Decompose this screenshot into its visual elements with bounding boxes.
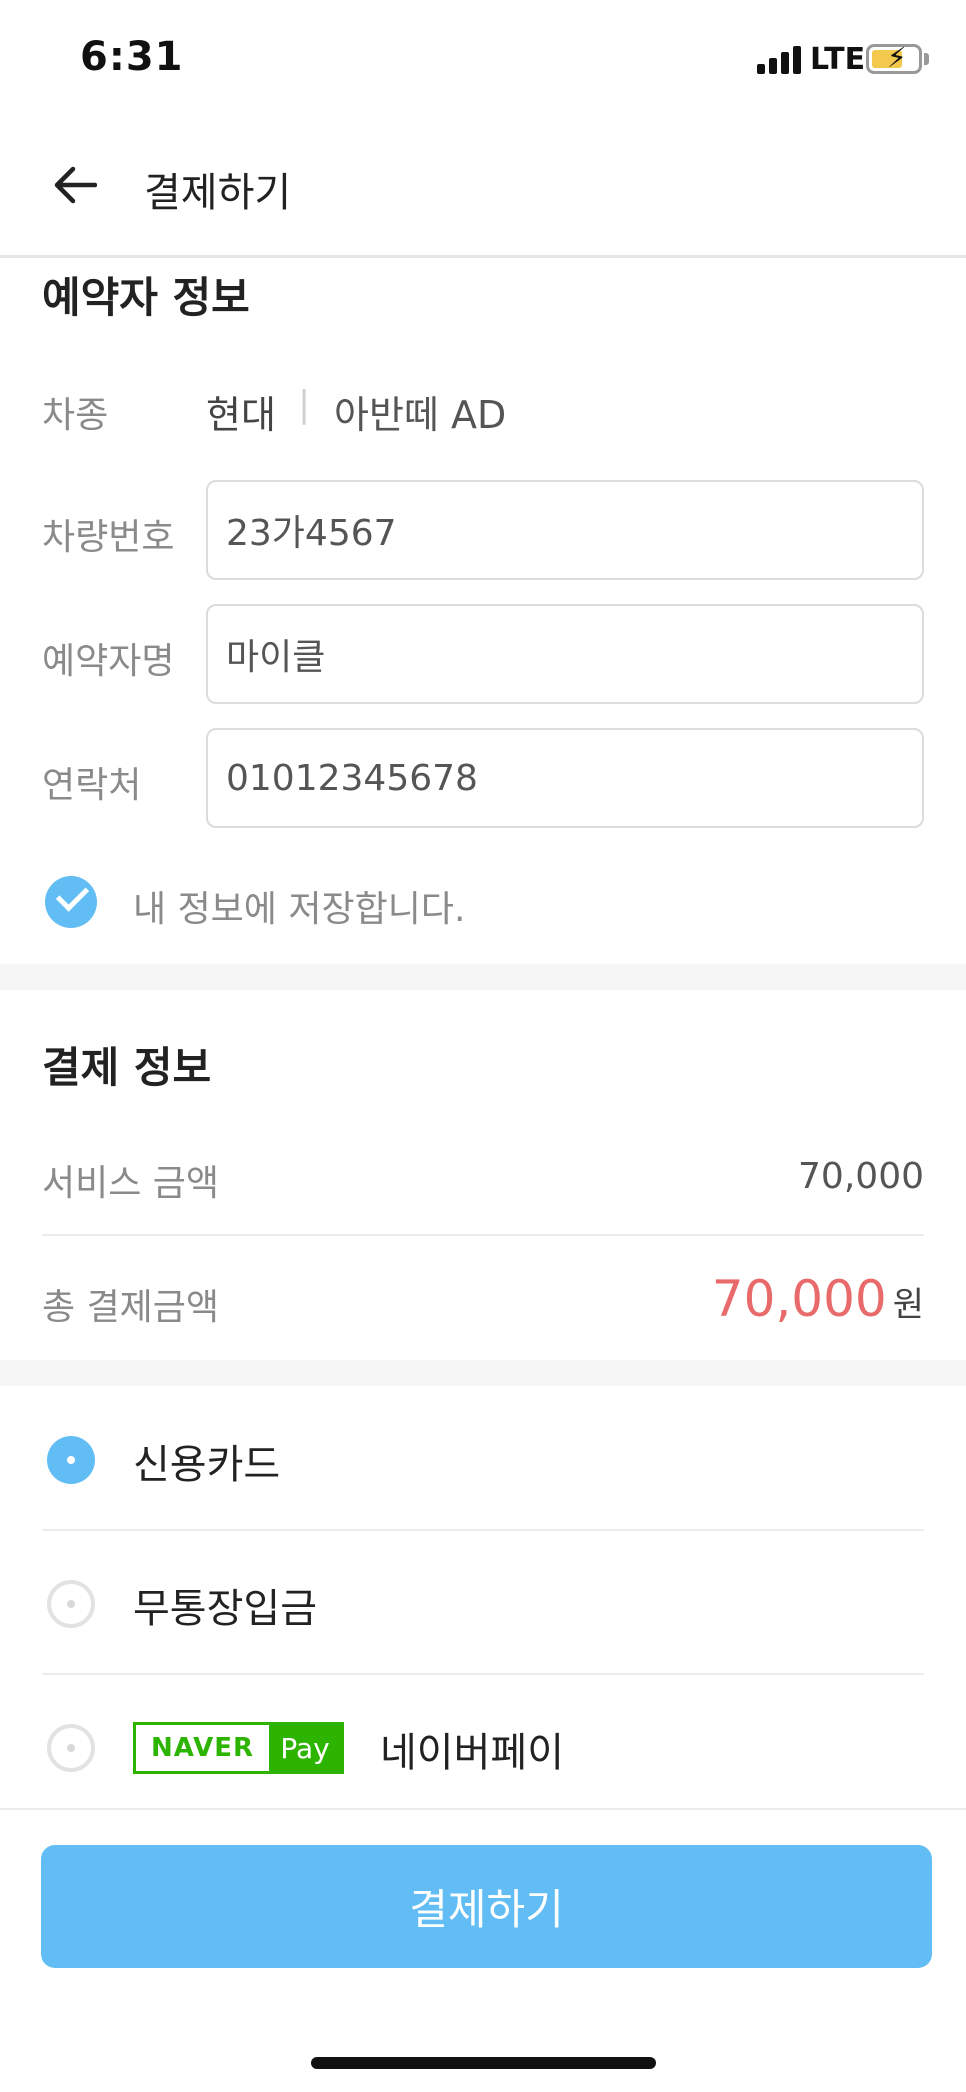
network-label: LTE	[810, 42, 866, 77]
plate-label: 차량번호	[42, 517, 175, 558]
status-time: 6:31	[80, 34, 184, 80]
payment-option-card[interactable]: 신용카드	[0, 1406, 966, 1516]
contact-label: 연락처	[42, 765, 142, 806]
row-divider	[42, 1234, 924, 1236]
service-amount-value: 70,000	[798, 1156, 924, 1197]
radio-selected-icon	[47, 1436, 95, 1484]
page-title: 결제하기	[144, 170, 292, 216]
section-divider	[0, 964, 966, 990]
save-info-checkbox[interactable]	[45, 876, 97, 928]
payment-option-label: 네이버페이	[380, 1730, 564, 1776]
reservation-section-title: 예약자 정보	[42, 273, 250, 322]
header-divider	[0, 255, 966, 258]
contact-input[interactable]	[206, 728, 924, 828]
pay-button[interactable]: 결제하기	[41, 1845, 932, 1968]
total-amount-unit: 원	[892, 1285, 924, 1325]
home-indicator	[311, 2057, 656, 2069]
radio-unselected-icon	[47, 1580, 95, 1628]
payment-option-label: 무통장입금	[133, 1586, 317, 1632]
arrow-left-icon	[54, 166, 97, 204]
car-model: 아반떼 AD	[334, 393, 507, 437]
name-input[interactable]	[206, 604, 924, 704]
total-amount-value: 70,000	[711, 1270, 887, 1328]
pay-logo-text: Pay	[269, 1725, 341, 1771]
car-type-label: 차종	[42, 395, 109, 436]
payment-option-bank-transfer[interactable]: 무통장입금	[0, 1550, 966, 1660]
section-divider	[0, 1360, 966, 1386]
footer-divider	[0, 1808, 966, 1810]
car-brand: 현대	[206, 393, 276, 437]
back-button[interactable]	[40, 150, 110, 220]
total-amount-label: 총 결제금액	[42, 1287, 220, 1328]
plate-input[interactable]	[206, 480, 924, 580]
signal-icon	[757, 44, 803, 74]
service-amount-label: 서비스 금액	[42, 1163, 220, 1204]
naver-logo-text: NAVER	[136, 1725, 269, 1771]
battery-tip	[924, 53, 929, 65]
payment-option-label: 신용카드	[133, 1442, 281, 1488]
row-divider	[42, 1673, 924, 1675]
total-amount: 70,000 원	[712, 1270, 924, 1328]
name-label: 예약자명	[42, 641, 175, 682]
save-info-label[interactable]: 내 정보에 저장합니다.	[133, 880, 465, 932]
radio-unselected-icon	[47, 1724, 95, 1772]
battery-icon: ⚡	[866, 41, 922, 74]
car-separator: |	[298, 384, 311, 425]
naver-pay-logo: NAVER Pay	[133, 1722, 344, 1774]
row-divider	[42, 1529, 924, 1531]
payment-section-title: 결제 정보	[42, 1043, 212, 1092]
